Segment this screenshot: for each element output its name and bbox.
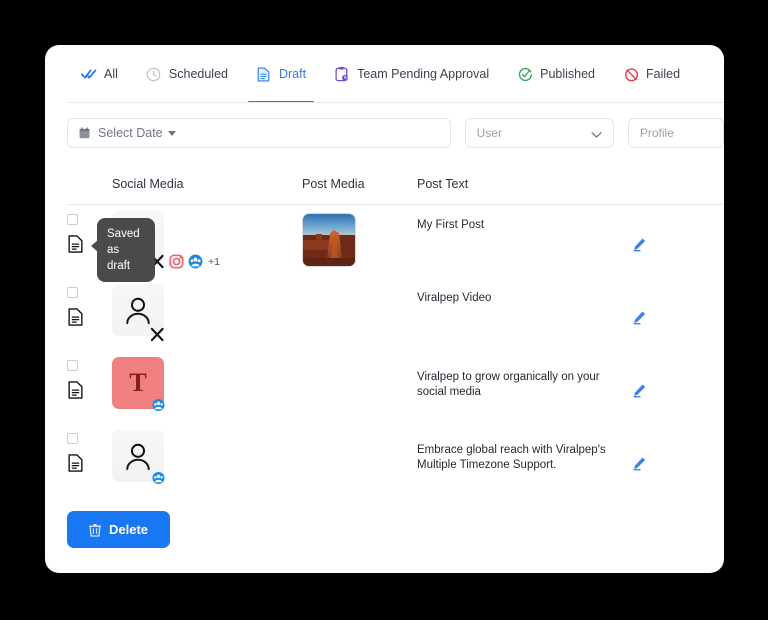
table-footer: Delete (45, 497, 724, 548)
row-social-cell (112, 278, 302, 351)
row-text-cell: Embrace global reach with Viralpep's Mul… (417, 424, 632, 497)
calendar-icon (79, 127, 90, 139)
profile-select-value: Profile (639, 126, 674, 140)
profile-select[interactable]: Profile (627, 118, 724, 148)
network-badges (150, 327, 165, 342)
avatar-wrap (112, 430, 165, 484)
extra-networks-count: +1 (208, 255, 220, 268)
table-row: Viralpep Video (45, 278, 724, 351)
row-text-cell: Viralpep to grow organically on your soc… (417, 351, 632, 424)
tab-label: Team Pending Approval (357, 67, 490, 81)
check-circle-icon (517, 66, 533, 82)
table-header: Social Media Post Media Post Text (45, 163, 724, 205)
user-select-value: User (476, 126, 502, 140)
clock-icon (146, 66, 162, 82)
post-text: My First Post (417, 219, 485, 231)
row-media-cell (302, 424, 417, 497)
delete-button[interactable]: Delete (67, 511, 171, 548)
row-media-cell (302, 278, 417, 351)
table-row: T Viralpep to grow organically on your s… (45, 351, 724, 424)
avatar-wrap (112, 284, 164, 342)
clipboard-icon (334, 66, 350, 82)
row-checkbox[interactable] (67, 287, 78, 298)
pencil-icon[interactable] (632, 310, 647, 325)
x-icon (150, 327, 165, 342)
row-actions-cell (632, 278, 712, 351)
row-checkbox[interactable] (67, 214, 78, 225)
post-text: Embrace global reach with Viralpep's Mul… (417, 444, 606, 471)
facebook-icon (152, 471, 165, 484)
person-icon (126, 297, 150, 325)
double-check-icon (81, 66, 97, 82)
tab-failed[interactable]: Failed (609, 45, 694, 103)
row-media-cell (302, 351, 417, 424)
row-select-cell (67, 351, 112, 424)
select-date-field[interactable]: Select Date (67, 118, 451, 148)
instagram-icon (169, 254, 184, 269)
select-date-label: Select Date (98, 126, 176, 140)
avatar-initial: T (129, 368, 147, 397)
row-text-cell: My First Post (417, 205, 632, 278)
draft-document-icon[interactable] (68, 235, 83, 253)
draft-document-icon[interactable] (68, 381, 83, 399)
header-social-media: Social Media (112, 177, 184, 191)
user-select[interactable]: User (464, 118, 614, 148)
header-post-media: Post Media (302, 177, 365, 191)
draft-document-icon[interactable] (68, 308, 83, 326)
tab-all[interactable]: All (67, 45, 132, 103)
tab-published[interactable]: Published (503, 45, 609, 103)
pencil-icon[interactable] (632, 456, 647, 471)
delete-button-label: Delete (109, 522, 149, 537)
document-icon (256, 66, 272, 82)
table-row: Saved as draft +1 My First Post (45, 205, 724, 282)
posts-panel: All Scheduled Draft Team Pending Approva… (45, 45, 724, 573)
tab-team-pending-approval[interactable]: Team Pending Approval (320, 45, 503, 103)
row-text-cell: Viralpep Video (417, 278, 632, 351)
post-media-thumbnail[interactable] (302, 213, 356, 267)
tab-label: All (104, 67, 118, 81)
row-select-cell: Saved as draft (67, 205, 155, 282)
row-actions-cell (632, 351, 712, 424)
header-post-text: Post Text (417, 177, 469, 191)
filter-bar: Select Date User Profile (45, 103, 724, 163)
row-select-cell (67, 278, 112, 351)
row-select-cell (67, 424, 112, 497)
chevron-down-icon (591, 128, 602, 139)
row-actions-cell (632, 205, 712, 278)
row-checkbox[interactable] (67, 433, 78, 444)
facebook-icon (152, 398, 165, 411)
status-tabs: All Scheduled Draft Team Pending Approva… (45, 45, 724, 103)
tab-label: Scheduled (168, 67, 228, 81)
row-actions-cell (632, 424, 712, 497)
network-badges: +1 (150, 254, 220, 269)
avatar-wrap: T (112, 357, 165, 411)
post-text: Viralpep to grow organically on your soc… (417, 371, 600, 398)
tab-draft[interactable]: Draft (242, 45, 320, 103)
tab-label: Draft (278, 67, 307, 81)
pencil-icon[interactable] (632, 383, 647, 398)
network-badges (152, 471, 165, 484)
row-social-cell: T (112, 351, 302, 424)
tab-label: Failed (646, 67, 681, 81)
pencil-icon[interactable] (632, 237, 647, 252)
draft-document-icon[interactable] (68, 454, 83, 472)
row-media-cell (302, 205, 417, 278)
caret-down-icon (167, 130, 176, 136)
blocked-icon (623, 66, 639, 82)
post-text: Viralpep Video (417, 292, 492, 304)
row-checkbox[interactable] (67, 360, 78, 371)
tab-scheduled[interactable]: Scheduled (132, 45, 242, 103)
network-badges (152, 398, 165, 411)
row-social-cell (112, 424, 302, 497)
screen: All Scheduled Draft Team Pending Approva… (0, 0, 768, 620)
tab-label: Published (540, 67, 596, 81)
facebook-icon (188, 254, 203, 269)
table-row: Embrace global reach with Viralpep's Mul… (45, 424, 724, 497)
saved-as-draft-tooltip: Saved as draft (91, 218, 155, 282)
trash-icon (88, 523, 102, 537)
person-icon (126, 443, 150, 471)
